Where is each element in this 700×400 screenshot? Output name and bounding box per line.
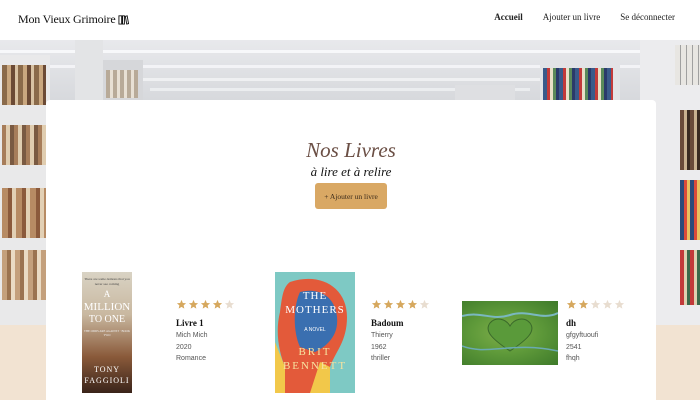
rating-stars	[566, 299, 625, 310]
book-info: Livre 1 Mich Mich 2020 Romance	[176, 299, 235, 363]
page-title: Nos Livres	[306, 138, 396, 162]
cover-author-first: BRIT	[298, 346, 332, 358]
books-card: Nos Livres à lire et à relire + Ajouter …	[46, 100, 656, 400]
nav-logout[interactable]: Se déconnecter	[620, 12, 675, 22]
cover-author-last: FAGGIOLI	[84, 376, 130, 385]
star-filled-icon	[212, 299, 223, 309]
book-logo-icon	[118, 15, 130, 25]
book-cover[interactable]	[462, 301, 558, 365]
cover-title-million: MILLION	[83, 301, 131, 313]
nav-add-book[interactable]: Ajouter un livre	[543, 12, 601, 22]
rating-stars	[371, 299, 430, 310]
star-filled-icon	[176, 299, 187, 309]
star-empty-icon	[419, 299, 430, 309]
book-year: 2541	[566, 343, 582, 351]
star-empty-icon	[614, 299, 625, 309]
logo-text: Mon Vieux Grimoire	[18, 12, 116, 26]
book-genre: fhqh	[566, 355, 580, 363]
book-title: Livre 1	[176, 318, 204, 328]
book-cover[interactable]: There are some demons that you never see…	[82, 272, 132, 393]
book-genre: Romance	[176, 355, 206, 363]
book-cover[interactable]: THE MOTHERS A NOVEL BRIT BENNETT	[275, 272, 355, 393]
cover-series: THE ODDS ARE AGAINST · BOOK TWO	[83, 329, 131, 337]
site-logo[interactable]: Mon Vieux Grimoire	[18, 12, 130, 27]
cover-title-a: A	[103, 289, 111, 299]
main-nav: Accueil Ajouter un livre Se déconnecter	[494, 12, 675, 22]
cover-tagline-2: never see coming	[94, 282, 120, 286]
star-filled-icon	[566, 299, 577, 309]
cover-title-mothers: MOTHERS	[285, 304, 345, 316]
book-info: dh gfgyftuoufi 2541 fhqh	[566, 299, 625, 363]
add-book-button[interactable]: + Ajouter un livre	[315, 183, 387, 209]
book-info: Badoum Thierry 1962 thriller	[371, 299, 430, 363]
star-empty-icon	[602, 299, 613, 309]
book-year: 1962	[371, 343, 387, 351]
cover-novel: A NOVEL	[304, 327, 326, 333]
nav-accueil[interactable]: Accueil	[494, 12, 523, 22]
star-filled-icon	[383, 299, 394, 309]
book-title: Badoum	[371, 318, 404, 328]
star-filled-icon	[407, 299, 418, 309]
top-navigation-bar: Mon Vieux Grimoire Accueil Ajouter un li…	[0, 0, 700, 40]
book-author: Thierry	[371, 332, 393, 339]
cover-title-toone: TO ONE	[88, 314, 126, 325]
star-filled-icon	[200, 299, 211, 309]
rating-stars	[176, 299, 235, 310]
book-title: dh	[566, 318, 577, 328]
star-empty-icon	[224, 299, 235, 309]
cover-author-last: BENNETT	[282, 360, 348, 372]
book-year: 2020	[176, 343, 192, 351]
heart-island-image	[462, 312, 558, 352]
book-author: Mich Mich	[176, 332, 208, 339]
star-filled-icon	[395, 299, 406, 309]
cover-title-the: THE	[302, 290, 328, 302]
star-empty-icon	[590, 299, 601, 309]
book-author: gfgyftuoufi	[566, 332, 599, 339]
star-filled-icon	[371, 299, 382, 309]
cover-author-first: TONY	[93, 365, 121, 374]
book-genre: thriller	[371, 355, 391, 363]
page-subtitle: à lire et à relire	[310, 164, 392, 179]
cover-tagline: There are some demons that you	[84, 277, 130, 281]
star-filled-icon	[578, 299, 589, 309]
star-filled-icon	[188, 299, 199, 309]
